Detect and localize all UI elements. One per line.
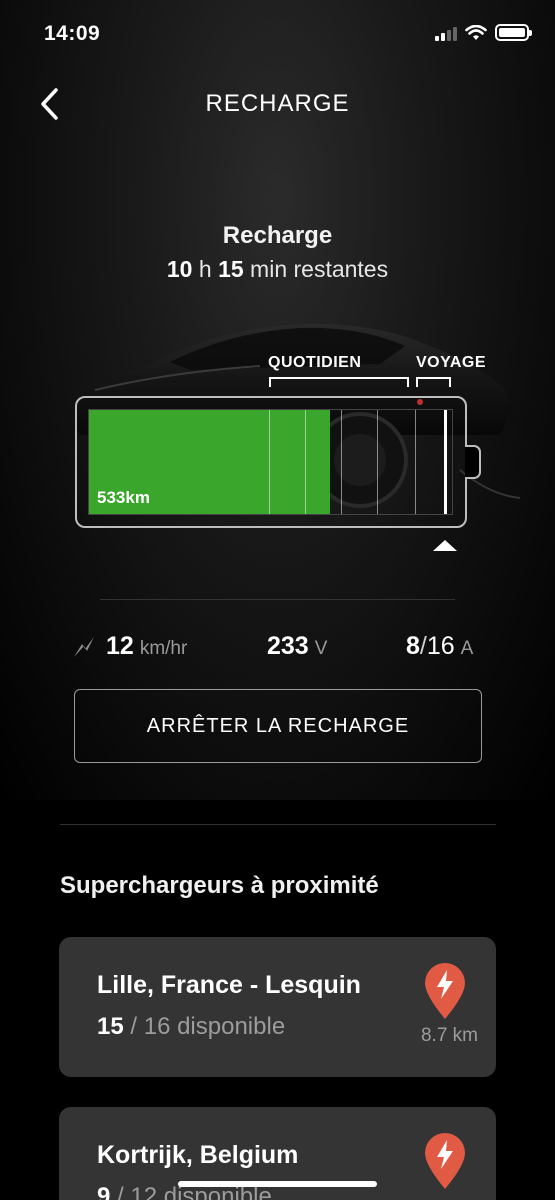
hours-label: h bbox=[198, 256, 212, 282]
charging-bolt-icon bbox=[74, 636, 94, 657]
voltage-value: 233 bbox=[267, 632, 309, 660]
charge-status: Recharge 10 h 15 min restantes bbox=[0, 222, 555, 283]
current-value: 8 bbox=[406, 632, 420, 660]
trip-range-label: VOYAGE bbox=[416, 354, 486, 371]
charge-limit-line bbox=[444, 410, 447, 514]
battery-tick bbox=[341, 410, 342, 514]
battery-range-text: 533km bbox=[97, 488, 150, 507]
minutes-label: min restantes bbox=[250, 256, 389, 282]
supercharger-bolt-icon bbox=[425, 1133, 465, 1189]
battery-tick bbox=[377, 410, 378, 514]
wifi-icon bbox=[465, 24, 487, 40]
charge-status-title: Recharge bbox=[222, 222, 333, 249]
charge-time-remaining: 10 h 15 min restantes bbox=[0, 256, 555, 283]
voltage-unit: V bbox=[314, 638, 328, 659]
battery-tick bbox=[415, 410, 416, 514]
supercharger-distance: 8.7 km bbox=[420, 1025, 478, 1046]
battery-gauge-terminal bbox=[465, 445, 481, 479]
remaining-hours: 10 bbox=[166, 256, 193, 282]
status-icons bbox=[435, 24, 532, 41]
charging-stats: 12 km/hr 233 V 8 / 16 A bbox=[0, 632, 555, 672]
divider bbox=[100, 599, 455, 600]
supercharger-name: Kortrijk, Belgium bbox=[97, 1141, 299, 1169]
charge-rate-unit: km/hr bbox=[139, 638, 188, 659]
available-count: 15 bbox=[97, 1013, 124, 1040]
battery-tick bbox=[305, 410, 306, 514]
battery-tick bbox=[269, 410, 270, 514]
daily-range-label: QUOTIDIEN bbox=[268, 354, 362, 371]
voltage-stat: 233 V bbox=[267, 632, 327, 661]
current-unit: A bbox=[460, 638, 474, 659]
status-time: 14:09 bbox=[44, 22, 101, 45]
charge-rate-stat: 12 km/hr bbox=[72, 632, 187, 661]
supercharger-availability: 15 / 16 disponible bbox=[97, 1013, 286, 1040]
daily-range-bracket bbox=[269, 377, 409, 387]
charge-limit-handle[interactable] bbox=[433, 540, 457, 551]
divider bbox=[60, 824, 496, 825]
charge-rate-value: 12 bbox=[106, 632, 134, 660]
header: RECHARGE bbox=[0, 84, 555, 124]
supercharger-bolt-icon bbox=[425, 963, 465, 1019]
available-count: 9 bbox=[97, 1183, 111, 1200]
phone-battery-icon bbox=[495, 24, 532, 41]
cellular-signal-icon bbox=[435, 25, 457, 41]
nearby-superchargers-title: Superchargeurs à proximité bbox=[60, 872, 379, 899]
current-max: 16 bbox=[426, 632, 455, 660]
supercharger-card[interactable]: Lille, France - Lesquin 15 / 16 disponib… bbox=[59, 937, 496, 1077]
total-stalls: 16 disponible bbox=[143, 1013, 286, 1040]
stop-charging-button[interactable]: ARRÊTER LA RECHARGE bbox=[74, 689, 482, 763]
trip-range-bracket bbox=[416, 377, 451, 387]
supercharger-name: Lille, France - Lesquin bbox=[97, 971, 361, 999]
home-indicator[interactable] bbox=[178, 1181, 377, 1187]
remaining-minutes: 15 bbox=[218, 256, 244, 282]
page-title: RECHARGE bbox=[205, 90, 350, 117]
current-stat: 8 / 16 A bbox=[406, 632, 474, 660]
battery-gauge-inner: 533km bbox=[88, 409, 453, 515]
status-bar: 14:09 bbox=[0, 0, 555, 70]
